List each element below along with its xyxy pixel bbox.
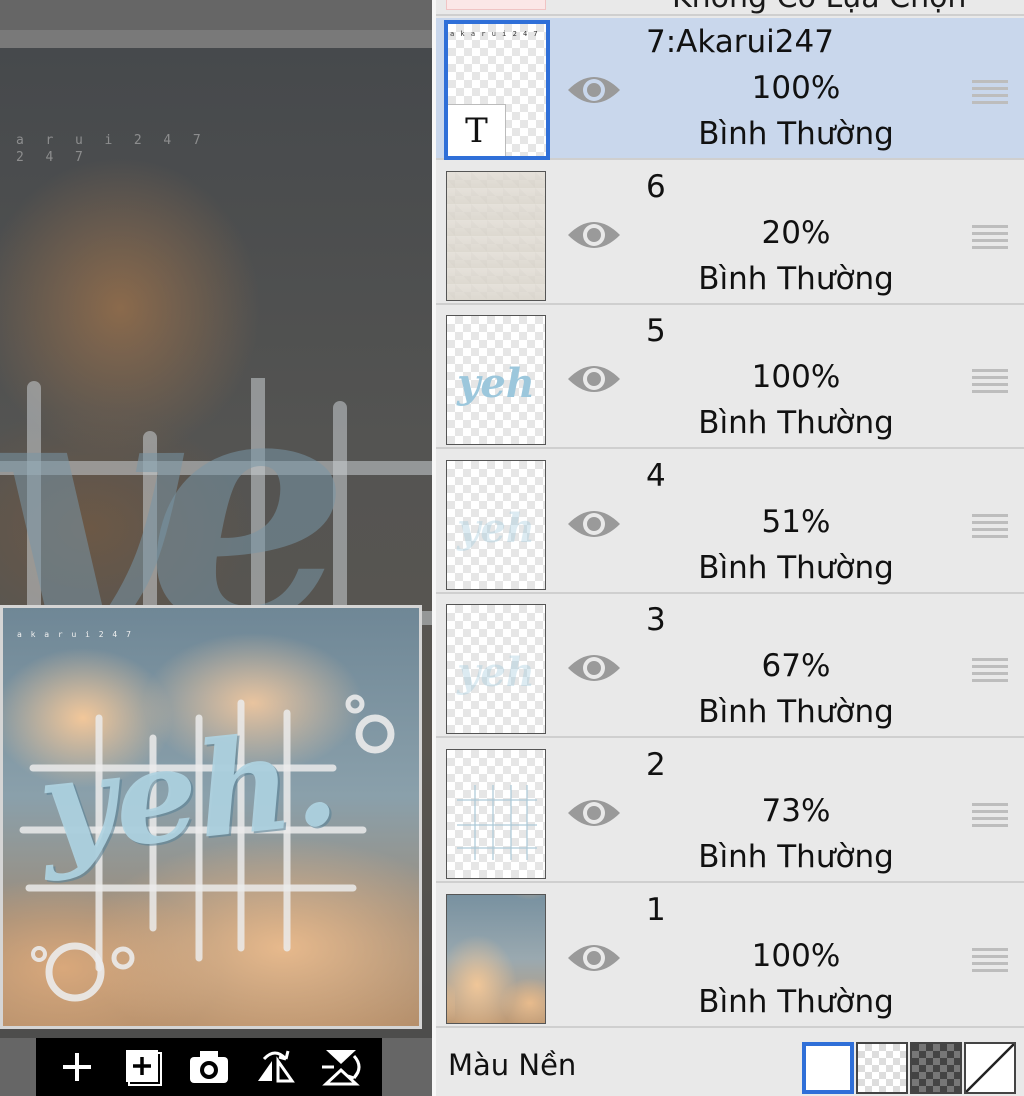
layer-opacity: 67% <box>761 648 831 685</box>
layer-name: 4 <box>646 457 666 494</box>
layer-row[interactable]: 2 73% Bình Thường <box>436 741 1024 883</box>
artwork-preview[interactable]: a k a r u i 2 4 7 yeh. <box>0 605 422 1029</box>
layer-blend-mode: Bình Thường <box>698 116 894 152</box>
layer-row[interactable]: a k a r u i 2 4 7 T 7:Akarui247 100% Bình Th… <box>436 18 1024 160</box>
flip-horizontal-button[interactable] <box>249 1044 301 1090</box>
background-none-swatch[interactable] <box>964 1042 1016 1094</box>
thumbnail-text: yeh <box>457 360 535 408</box>
visibility-eye-icon[interactable] <box>566 68 622 112</box>
bottom-toolbar <box>36 1038 382 1096</box>
layer-opacity: 100% <box>751 359 841 396</box>
flip-vertical-button[interactable] <box>315 1044 367 1090</box>
layer-row[interactable]: yeh 4 51% Bình Thường <box>436 451 1024 594</box>
header-thumbnail <box>446 0 546 10</box>
layer-thumbnail[interactable]: yeh <box>446 604 546 735</box>
layer-name: 3 <box>646 602 666 639</box>
layer-thumbnail[interactable] <box>446 170 546 301</box>
no-background-icon <box>965 1043 1015 1093</box>
layer-row[interactable]: 1 100% Bình Thường <box>436 885 1024 1028</box>
layer-thumbnail[interactable]: a k a r u i 2 4 7 T <box>444 20 550 160</box>
layer-name: 1 <box>646 891 666 928</box>
layer-opacity: 100% <box>751 70 841 106</box>
layer-blend-mode: Bình Thường <box>698 839 894 875</box>
layer-name: 7:Akarui247 <box>646 24 834 60</box>
layer-thumbnail[interactable] <box>446 749 546 879</box>
add-button[interactable] <box>51 1044 103 1090</box>
drag-handle-icon[interactable] <box>972 946 1008 974</box>
visibility-eye-icon[interactable] <box>566 646 622 690</box>
layer-row[interactable]: 6 20% Bình Thường <box>436 162 1024 305</box>
thumbnail-grid <box>457 785 537 860</box>
text-layer-icon: T <box>448 104 506 156</box>
drag-handle-icon[interactable] <box>972 223 1008 251</box>
layer-opacity: 100% <box>751 937 841 974</box>
thumbnail-text: yeh <box>457 504 535 552</box>
layer-row[interactable]: yeh 5 100% Bình Thường <box>436 307 1024 450</box>
background-transparent-swatch[interactable] <box>856 1042 908 1094</box>
camera-button[interactable] <box>183 1044 235 1090</box>
flip-vertical-icon <box>322 1050 361 1086</box>
visibility-eye-icon[interactable] <box>566 936 622 980</box>
plus-icon <box>63 1053 91 1081</box>
layers-header: Không Có Lựa Chọn <box>436 0 1024 16</box>
visibility-eye-icon[interactable] <box>566 357 622 401</box>
drag-handle-icon[interactable] <box>972 78 1008 106</box>
layer-blend-mode: Bình Thường <box>698 549 894 586</box>
add-layer-button[interactable] <box>117 1044 169 1090</box>
visibility-eye-icon[interactable] <box>566 213 622 257</box>
thumbnail-watermark: a k a r u i 2 4 7 <box>450 30 539 38</box>
visibility-eye-icon[interactable] <box>566 791 622 835</box>
thumbnail-text: yeh <box>457 649 535 697</box>
layer-thumbnail[interactable]: yeh <box>446 315 546 446</box>
canvas-watermark: a r u i 2 4 7 2 4 7 <box>16 133 203 165</box>
layer-blend-mode: Bình Thường <box>698 694 894 731</box>
layers-panel: Không Có Lựa Chọn a k a r u i 2 4 7 T 7:Ak… <box>432 0 1024 1096</box>
camera-icon <box>190 1051 228 1083</box>
drag-handle-icon[interactable] <box>972 656 1008 684</box>
drag-handle-icon[interactable] <box>972 367 1008 395</box>
canvas-area[interactable]: a r u i 2 4 7 2 4 7 ye a k a r u i 2 4 7 <box>0 0 432 1096</box>
background-color-bar: Màu Nền <box>436 1032 1024 1096</box>
add-layer-icon <box>126 1050 162 1086</box>
background-dark-checker-swatch[interactable] <box>910 1042 962 1094</box>
layer-blend-mode: Bình Thường <box>698 405 894 442</box>
layer-row[interactable]: yeh 3 67% Bình Thường <box>436 596 1024 739</box>
layer-blend-mode: Bình Thường <box>698 260 894 297</box>
layer-blend-mode: Bình Thường <box>698 983 894 1020</box>
layer-thumbnail[interactable]: yeh <box>446 459 546 590</box>
preview-script-text: yeh. <box>31 700 345 885</box>
drag-handle-icon[interactable] <box>972 512 1008 540</box>
layer-thumbnail[interactable] <box>446 893 546 1024</box>
layer-opacity: 20% <box>761 214 831 251</box>
canvas-top-bar <box>0 30 432 48</box>
layer-name: 6 <box>646 168 666 205</box>
layer-opacity: 73% <box>761 793 831 829</box>
layer-name: 5 <box>646 313 666 350</box>
layer-name: 2 <box>646 747 666 783</box>
background-white-swatch[interactable] <box>802 1042 854 1094</box>
layer-opacity: 51% <box>761 503 831 540</box>
background-color-label: Màu Nền <box>448 1048 577 1082</box>
selection-status-label: Không Có Lựa Chọn <box>672 0 966 14</box>
visibility-eye-icon[interactable] <box>566 502 622 546</box>
drag-handle-icon[interactable] <box>972 801 1008 829</box>
flip-horizontal-icon <box>258 1050 295 1083</box>
